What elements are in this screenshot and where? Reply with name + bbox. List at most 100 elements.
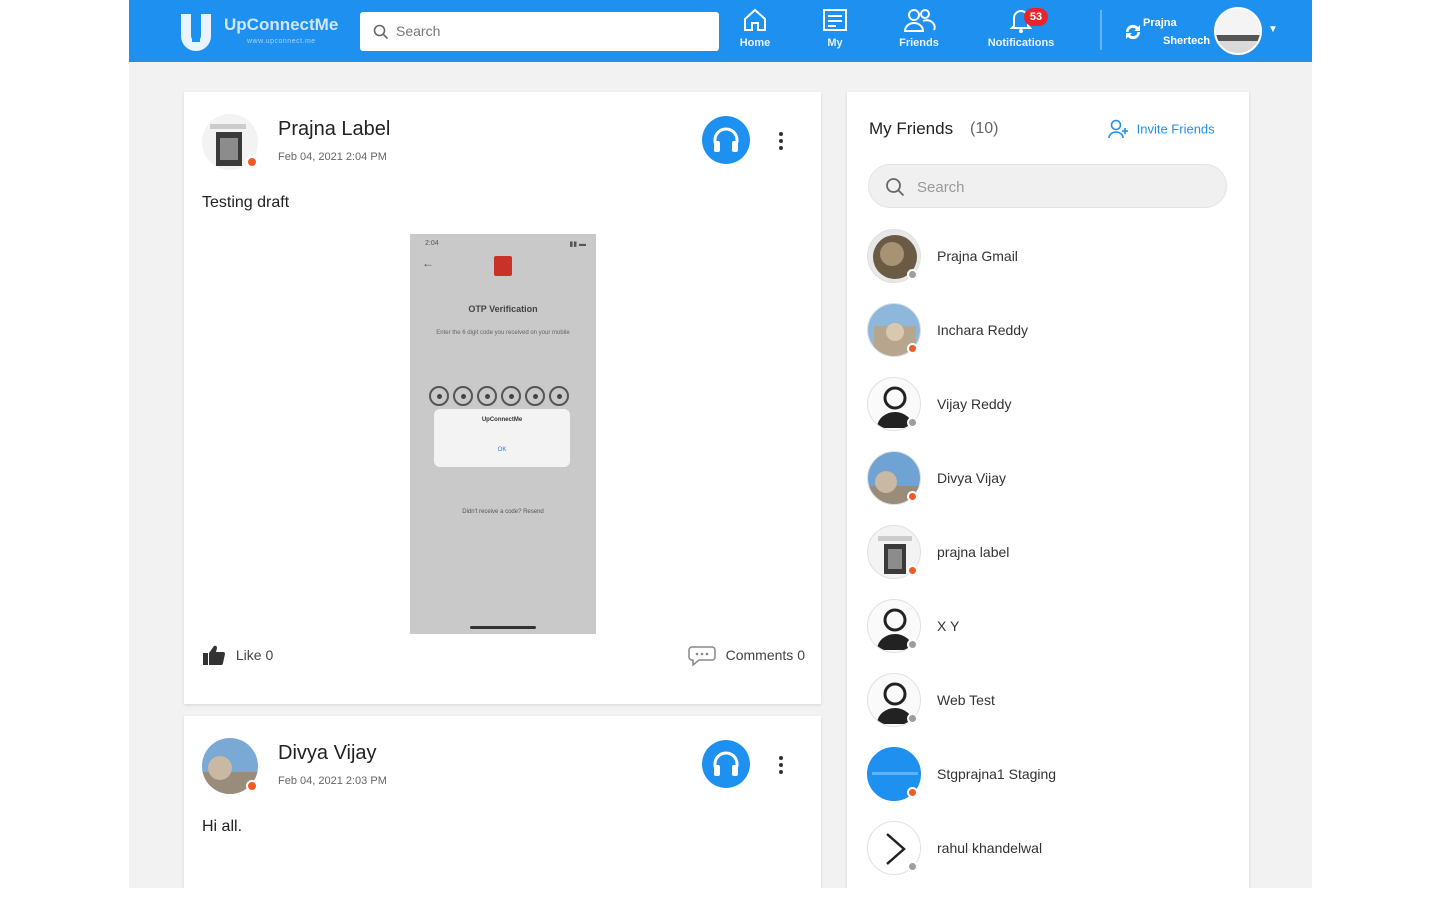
friend-name[interactable]: rahul khandelwal xyxy=(937,840,1042,856)
offline-status-dot xyxy=(907,861,918,872)
post-image[interactable]: 2:04 ▮▮ ▬ ← OTP Verification Enter the 6… xyxy=(410,234,596,634)
phone-home-indicator xyxy=(470,626,536,629)
current-user-first-name: Prajna xyxy=(1143,17,1177,29)
comments-button[interactable]: Comments 0 xyxy=(687,644,805,668)
friend-item[interactable]: Vijay Reddy xyxy=(867,377,1227,433)
like-button[interactable]: Like 0 xyxy=(202,644,273,668)
chevron-down-icon[interactable]: ▼ xyxy=(1268,24,1278,35)
nav-friends-button[interactable]: Friends xyxy=(894,6,944,58)
nav-divider xyxy=(1100,10,1102,50)
my-page-icon xyxy=(823,9,847,31)
friend-item[interactable]: X Y xyxy=(867,599,1227,655)
friends-panel-title: My Friends xyxy=(869,119,954,138)
friend-item[interactable]: Stgprajna1 Staging xyxy=(867,747,1227,803)
nav-notifications-button[interactable]: 53 Notifications xyxy=(979,6,1063,58)
post-card: Prajna Label Feb 04, 2021 2:04 PM Testin… xyxy=(184,92,821,704)
post-card: Divya Vijay Feb 04, 2021 2:03 PM Hi all. xyxy=(184,716,821,888)
nav-home-button[interactable]: Home xyxy=(732,6,778,58)
headphones-icon xyxy=(713,751,739,776)
online-status-dot xyxy=(907,491,918,502)
phone-screen-subtitle: Enter the 6 digit code you received on y… xyxy=(436,330,570,336)
friend-name[interactable]: Prajna Gmail xyxy=(937,248,1018,264)
search-icon xyxy=(886,178,905,197)
headphones-icon xyxy=(713,127,739,152)
search-icon xyxy=(373,24,389,40)
invite-friends-link[interactable]: Invite Friends xyxy=(1107,118,1215,140)
friend-name[interactable]: Inchara Reddy xyxy=(937,322,1028,338)
comment-bubble-icon xyxy=(687,646,716,667)
phone-otp-fields xyxy=(429,386,579,406)
phone-app-logo-icon xyxy=(494,256,512,276)
offline-status-dot xyxy=(907,417,918,428)
add-user-icon xyxy=(1108,119,1128,139)
online-status-dot xyxy=(246,156,258,168)
brand-name[interactable]: UpConnectMe xyxy=(224,15,338,35)
app-frame: UpConnectMe www.upconnect.me Home My xyxy=(129,0,1312,888)
friend-item[interactable]: rahul khandelwal xyxy=(867,821,1227,877)
notification-count-badge: 53 xyxy=(1024,8,1048,26)
friends-icon xyxy=(903,9,936,32)
offline-status-dot xyxy=(907,713,918,724)
post-date: Feb 04, 2021 2:03 PM xyxy=(278,775,387,787)
more-options-icon[interactable] xyxy=(774,132,788,156)
friend-name[interactable]: Stgprajna1 Staging xyxy=(937,766,1056,782)
friend-name[interactable]: prajna label xyxy=(937,544,1009,560)
audio-post-button[interactable] xyxy=(702,116,750,164)
top-search-input[interactable] xyxy=(396,21,696,41)
friend-item[interactable]: Divya Vijay xyxy=(867,451,1227,507)
online-status-dot xyxy=(907,565,918,576)
switch-account-icon[interactable] xyxy=(1123,22,1143,42)
offline-status-dot xyxy=(907,639,918,650)
top-search-box[interactable] xyxy=(360,12,719,51)
phone-dialog-title: UpConnectMe xyxy=(481,417,523,423)
brand-tagline: www.upconnect.me xyxy=(247,38,316,45)
friend-item[interactable]: Web Test xyxy=(867,673,1227,729)
post-text: Testing draft xyxy=(202,194,290,211)
phone-screen-title: OTP Verification xyxy=(468,304,538,314)
nav-notifications-label: Notifications xyxy=(987,37,1055,49)
like-count: 0 xyxy=(265,647,274,663)
online-status-dot xyxy=(907,787,918,798)
like-label: Like xyxy=(235,647,262,663)
online-status-dot xyxy=(246,780,258,792)
post-date: Feb 04, 2021 2:04 PM xyxy=(278,151,387,163)
nav-my-button[interactable]: My xyxy=(812,6,858,58)
audio-post-button[interactable] xyxy=(702,740,750,788)
avatar-image xyxy=(1216,9,1260,53)
comments-label: Comments xyxy=(725,647,794,663)
phone-status-icons: ▮▮ ▬ xyxy=(569,241,586,248)
friends-panel: My Friends (10) Invite Friends Prajna G xyxy=(847,92,1249,888)
friend-name[interactable]: Vijay Reddy xyxy=(937,396,1011,412)
phone-resend-text: Didn't receive a code? Resend xyxy=(462,509,544,515)
nav-friends-label: Friends xyxy=(899,37,939,49)
phone-dialog-button: OK xyxy=(497,447,507,453)
post-text: Hi all. xyxy=(202,818,243,835)
friend-search-input[interactable] xyxy=(917,177,1207,197)
friend-name[interactable]: X Y xyxy=(937,618,959,634)
more-options-icon[interactable] xyxy=(774,756,788,780)
thumbs-up-icon xyxy=(203,645,225,665)
online-status-dot xyxy=(907,343,918,354)
brand-logo-icon[interactable] xyxy=(175,10,217,52)
friend-item[interactable]: Inchara Reddy xyxy=(867,303,1227,359)
comments-count: 0 xyxy=(797,647,805,663)
home-icon xyxy=(744,8,766,31)
nav-home-label: Home xyxy=(739,37,771,49)
friends-count: (10) xyxy=(970,120,999,137)
post-author-name[interactable]: Prajna Label xyxy=(278,118,390,141)
back-arrow-icon: ← xyxy=(422,256,434,270)
friend-name[interactable]: Web Test xyxy=(937,692,995,708)
nav-my-label: My xyxy=(827,37,843,49)
post-author-name[interactable]: Divya Vijay xyxy=(278,742,377,765)
offline-status-dot xyxy=(907,269,918,280)
friend-name[interactable]: Divya Vijay xyxy=(937,470,1006,486)
friend-item[interactable]: Prajna Gmail xyxy=(867,229,1227,285)
phone-dialog: UpConnectMe OK xyxy=(434,409,570,467)
friend-item[interactable]: prajna label xyxy=(867,525,1227,581)
current-user-name[interactable]: Prajna Shertech xyxy=(1143,14,1210,50)
current-user-last-name: Shertech xyxy=(1163,35,1211,47)
current-user-avatar[interactable] xyxy=(1214,7,1262,55)
phone-status-time: 2:04 xyxy=(425,240,439,247)
friend-search-box[interactable] xyxy=(868,164,1227,208)
invite-friends-label: Invite Friends xyxy=(1136,121,1215,137)
